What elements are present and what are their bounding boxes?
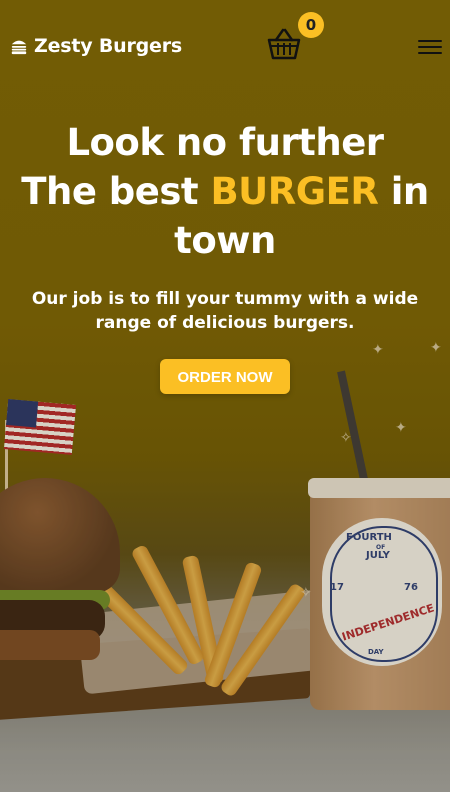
burger-icon [11,40,27,55]
brand-name: Zesty Burgers [34,35,182,57]
hero-subtitle: Our job is to fill your tummy with a wid… [31,289,419,333]
hero-title-line2-post: in [378,170,430,213]
hero-title-line3: town [174,219,276,262]
brand-logo-link[interactable]: Zesty Burgers [10,35,182,57]
hamburger-menu-icon[interactable] [418,40,442,54]
order-now-button[interactable]: ORDER NOW [160,359,290,394]
hero-title: Look no further The best BURGER in town [0,118,450,265]
basket-icon [267,28,301,60]
hero-title-line2-pre: The best [21,170,211,213]
hero-title-highlight: BURGER [210,170,379,213]
cart-count-badge: 0 [298,12,324,38]
hero-title-line1: Look no further [66,121,384,164]
